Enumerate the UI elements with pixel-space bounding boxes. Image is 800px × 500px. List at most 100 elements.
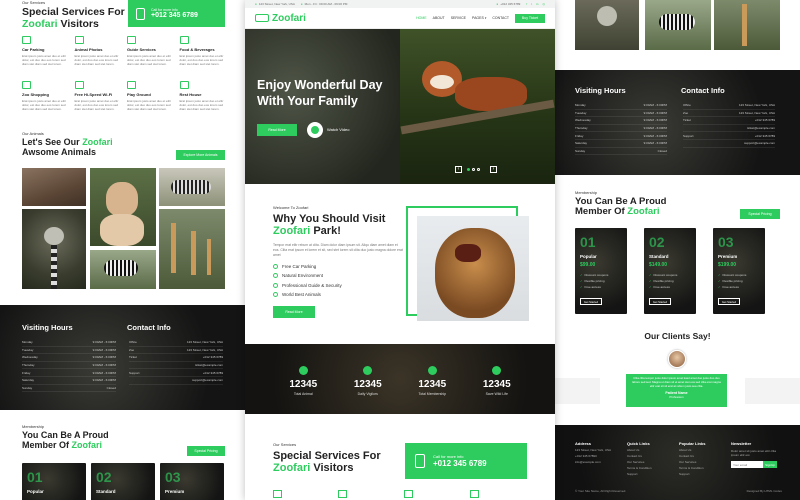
footer-columns: Address 123 Street, New York, USA +012 345… bbox=[575, 441, 785, 476]
footer-link[interactable]: Our Services bbox=[627, 460, 679, 464]
services-header: Our Services Special Services For Zoofar… bbox=[22, 0, 125, 30]
footer-link[interactable]: Our Services bbox=[679, 460, 731, 464]
topbar: ● 123 Street, New York, USA ● Mon - Fri … bbox=[245, 0, 555, 8]
row-label: Zoo bbox=[683, 110, 689, 115]
topbar-address: 123 Street, New York, USA bbox=[258, 2, 295, 6]
footer-link[interactable]: Terms & Condition bbox=[679, 466, 731, 470]
footer-link[interactable]: +012 345 67890 bbox=[575, 454, 627, 458]
table-row: Ticket +012 345 6789 bbox=[683, 117, 775, 125]
get-started-button[interactable]: Get Started bbox=[718, 298, 740, 305]
feature-item: Professional Guide & Security bbox=[273, 281, 403, 291]
red-panda-photo bbox=[400, 29, 555, 184]
footer-link[interactable]: Support bbox=[627, 472, 679, 476]
stat-value: 12345 bbox=[482, 379, 511, 390]
nav-pages[interactable]: PAGES bbox=[472, 16, 484, 20]
signup-button[interactable]: SignUp bbox=[763, 461, 777, 468]
stat-item: 12345 Save Wild Life bbox=[469, 366, 524, 396]
service-text: Erat ipsum justo amet duo et elitr dolor… bbox=[22, 54, 66, 67]
newsletter-email-input[interactable] bbox=[731, 461, 763, 468]
nav-contact[interactable]: CONTACT bbox=[492, 16, 509, 20]
nav-service[interactable]: SERVICE bbox=[451, 16, 466, 20]
animal-photo-zebra[interactable] bbox=[90, 250, 156, 289]
footer-link[interactable]: Terms & Condition bbox=[627, 466, 679, 470]
nav-about[interactable]: ABOUT bbox=[433, 16, 445, 20]
animal-photo-lemur-right[interactable] bbox=[575, 0, 639, 50]
stat-label: Total Membership bbox=[418, 392, 447, 396]
animal-photo-zebras[interactable] bbox=[159, 168, 225, 206]
phone-icon bbox=[136, 7, 145, 20]
next-slide-icon[interactable]: › bbox=[490, 166, 497, 173]
footer-heading: Popular Links bbox=[679, 441, 706, 446]
call-box[interactable]: Call for more info +012 345 6789 bbox=[128, 0, 225, 27]
avatar bbox=[668, 350, 686, 368]
stats-row: 12345 Total Animal 12345 Daily Vigilors 1234… bbox=[245, 366, 555, 396]
shield-icon bbox=[492, 366, 502, 375]
table-row: support@example.com bbox=[129, 377, 223, 385]
animal-photo-giraffes[interactable] bbox=[159, 209, 225, 289]
animal-photo-zebra-right[interactable] bbox=[645, 0, 711, 50]
animal-photo-deer[interactable] bbox=[22, 168, 86, 206]
phone-icon bbox=[74, 36, 84, 44]
watch-video-label[interactable]: Watch Video bbox=[327, 127, 349, 132]
get-started-button[interactable]: Get Started bbox=[580, 298, 602, 305]
about-feature-list: Free Car Parking Natural Environment Profe… bbox=[273, 262, 403, 300]
table-row: Friday 9:00AM - 6:00PM bbox=[575, 132, 667, 140]
explore-animals-button[interactable]: Explore More Animals bbox=[176, 150, 225, 160]
footer-link[interactable]: About Us bbox=[627, 448, 679, 452]
testimonials-title: Our Clients Say! bbox=[644, 331, 711, 341]
testimonial-card-prev bbox=[555, 378, 600, 404]
footer-heading: Address bbox=[575, 441, 592, 446]
check-icon: ✓ bbox=[649, 279, 652, 283]
footer-link[interactable]: About Us bbox=[679, 448, 731, 452]
clock-icon: ● bbox=[300, 2, 303, 6]
nav-home[interactable]: HOME bbox=[416, 16, 427, 20]
row-value: +012 345 6789 bbox=[754, 133, 775, 138]
play-icon[interactable] bbox=[307, 122, 323, 138]
feature-label: Natural Environment bbox=[282, 273, 324, 279]
footer-link[interactable]: Contact Us bbox=[627, 454, 679, 458]
service-text: Erat ipsum justo amet duo et elitr dolor… bbox=[74, 99, 119, 112]
about-read-more-button[interactable]: Read More bbox=[273, 305, 315, 318]
plan-feature: ✓ Free access bbox=[580, 285, 601, 289]
service-text: Erat ipsum justo amet duo et elitr dolor… bbox=[179, 99, 224, 112]
footer-link[interactable]: Contact Us bbox=[679, 454, 731, 458]
special-pricing-button[interactable]: Special Pricing bbox=[740, 209, 780, 219]
visiting-title: Visiting Hours bbox=[22, 323, 73, 332]
slide-dot-1[interactable] bbox=[467, 168, 470, 171]
twitter-icon[interactable]: t bbox=[531, 2, 532, 6]
car-icon bbox=[22, 36, 31, 44]
buy-ticket-button[interactable]: Buy Ticket bbox=[515, 13, 545, 23]
footer-link[interactable]: 123 Street, New York, USA bbox=[575, 448, 627, 452]
row-value: 9:00AM - 6:00PM bbox=[643, 110, 667, 115]
facebook-icon[interactable]: f bbox=[526, 2, 527, 6]
row-value: 123 Street, New York, USA bbox=[186, 347, 223, 352]
check-icon: ✓ bbox=[718, 279, 721, 283]
feature-item: World Best Animals bbox=[273, 290, 403, 300]
stat-item: 12345 Daily Vigilors bbox=[340, 366, 395, 396]
animal-photo-giraffe-right[interactable] bbox=[714, 0, 780, 50]
service-item: Food & Beverages Erat ipsum justo amet du… bbox=[179, 36, 227, 73]
contact-title: Contact Info bbox=[127, 323, 171, 332]
logo-text[interactable]: Zoofari bbox=[272, 13, 306, 24]
table-row: Thursday 9:00AM - 6:00PM bbox=[22, 362, 116, 370]
plan-price: $149.00 bbox=[649, 262, 668, 268]
slide-dot-2[interactable] bbox=[472, 168, 475, 171]
instagram-icon[interactable]: ◎ bbox=[542, 2, 545, 6]
plan-name: Popular bbox=[27, 489, 44, 494]
table-row: Zoo 123 Street, New York, USA bbox=[683, 110, 775, 118]
special-pricing-button-left[interactable]: Special Pricing bbox=[187, 446, 225, 456]
linkedin-icon[interactable]: in bbox=[536, 2, 538, 6]
left-preview-column: Our Services Special Services For Zoofar… bbox=[0, 0, 245, 500]
footer-column: Address 123 Street, New York, USA +012 345… bbox=[575, 441, 627, 476]
footer-link[interactable]: info@example.com bbox=[575, 460, 627, 464]
animal-photo-lemur[interactable] bbox=[22, 209, 86, 289]
animal-photo-cat[interactable] bbox=[90, 168, 156, 246]
prev-slide-icon[interactable]: ‹ bbox=[455, 166, 462, 173]
slide-dot-3[interactable] bbox=[477, 168, 480, 171]
call-box-center[interactable]: Call for more info +012 345 6789 bbox=[405, 443, 527, 479]
footer-link[interactable]: Support bbox=[679, 472, 731, 476]
plan-name: Standard bbox=[649, 254, 669, 259]
hero-read-more-button[interactable]: Read More bbox=[257, 124, 297, 136]
table-row: Ticket +012 345 6789 bbox=[129, 354, 223, 362]
get-started-button[interactable]: Get Started bbox=[649, 298, 671, 305]
